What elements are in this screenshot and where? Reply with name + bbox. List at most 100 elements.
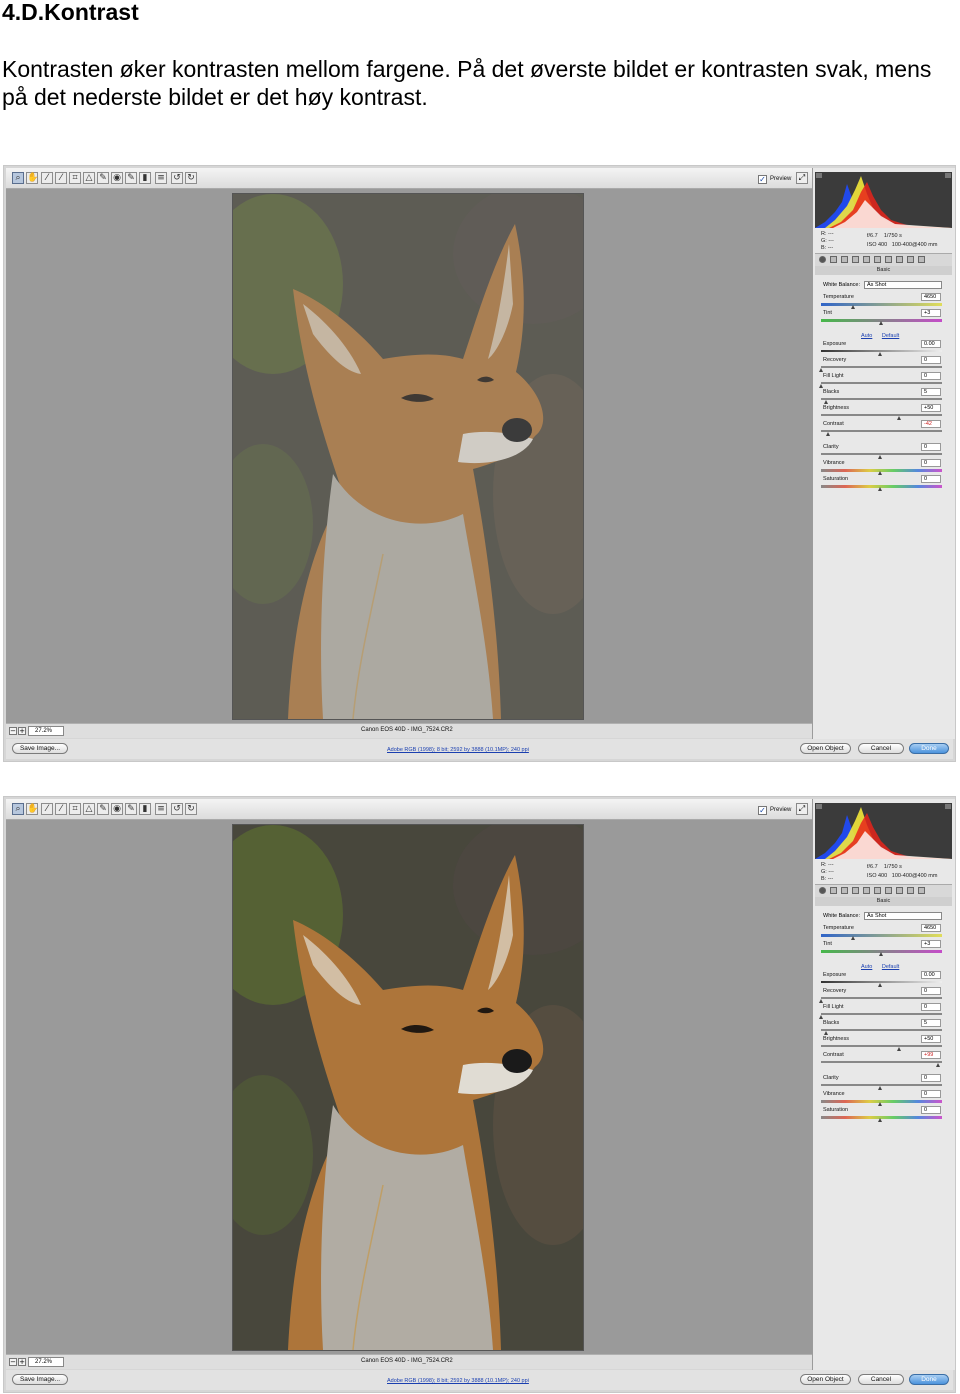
clarity-value-field[interactable]: 0 [921, 443, 941, 451]
rotate-right-icon[interactable]: ↻ [185, 803, 197, 815]
zoom-in-button[interactable]: + [18, 1358, 26, 1366]
exposure-value-field[interactable]: 0.00 [921, 340, 941, 348]
open-object-button[interactable]: Open Object [800, 743, 851, 754]
saturation-slider-thumb[interactable] [878, 487, 882, 491]
recovery-value-field[interactable]: 0 [921, 356, 941, 364]
cancel-button[interactable]: Cancel [858, 1374, 904, 1385]
temperature-value-field[interactable]: 4650 [921, 924, 941, 932]
tint-value-field[interactable]: +3 [921, 309, 941, 317]
tab-basic-icon[interactable] [819, 887, 826, 894]
hand-tool-icon[interactable]: ✋ [26, 172, 38, 184]
spot-removal-tool-icon[interactable]: ✎ [97, 172, 109, 184]
gradient-filter-icon[interactable]: ▮ [139, 172, 151, 184]
recovery-slider-track[interactable] [821, 997, 942, 999]
tab-tone-curve-icon[interactable] [830, 887, 837, 894]
temperature-slider-thumb[interactable] [850, 305, 855, 309]
brightness-value-field[interactable]: +50 [921, 1035, 941, 1043]
tab-camera-calibration-icon[interactable] [896, 256, 903, 263]
tab-snapshots-icon[interactable] [918, 887, 925, 894]
tab-effects-icon[interactable] [885, 887, 892, 894]
recovery-slider-track[interactable] [821, 366, 942, 368]
exposure-slider-thumb[interactable] [878, 983, 882, 987]
clarity-slider-thumb[interactable] [878, 455, 882, 459]
preview-toggle[interactable]: ✓ Preview [758, 804, 791, 816]
white-balance-tool-icon[interactable]: ⁄ [41, 803, 53, 815]
tab-tone-curve-icon[interactable] [830, 256, 837, 263]
exposure-value-field[interactable]: 0.00 [921, 971, 941, 979]
preview-checkbox[interactable]: ✓ [758, 174, 767, 184]
vibrance-value-field[interactable]: 0 [921, 459, 941, 467]
save-image-button[interactable]: Save Image... [12, 1374, 68, 1385]
rotate-left-icon[interactable]: ↺ [171, 172, 183, 184]
blacks-slider-track[interactable] [821, 1029, 942, 1031]
fill-light-slider-track[interactable] [821, 382, 942, 384]
recovery-slider-thumb[interactable] [818, 999, 823, 1003]
tint-value-field[interactable]: +3 [921, 940, 941, 948]
blacks-slider-track[interactable] [821, 398, 942, 400]
contrast-slider-track[interactable] [821, 1061, 942, 1063]
fullscreen-icon[interactable]: ⤢ [796, 803, 808, 815]
white-balance-select[interactable]: As Shot [864, 912, 942, 920]
tab-snapshots-icon[interactable] [918, 256, 925, 263]
tab-split-toning-icon[interactable] [863, 256, 870, 263]
workflow-options-link[interactable]: Adobe RGB (1998); 8 bit; 2592 by 3888 (1… [387, 747, 529, 753]
red-eye-tool-icon[interactable]: ◉ [111, 803, 123, 815]
saturation-slider-thumb[interactable] [878, 1118, 882, 1122]
vibrance-value-field[interactable]: 0 [921, 1090, 941, 1098]
fill-light-slider-thumb[interactable] [818, 1015, 823, 1019]
cancel-button[interactable]: Cancel [858, 743, 904, 754]
image-preview-area[interactable] [6, 820, 812, 1354]
tab-hsl-icon[interactable] [852, 256, 859, 263]
saturation-value-field[interactable]: 0 [921, 475, 941, 483]
contrast-slider-thumb[interactable] [825, 432, 830, 436]
contrast-slider-track[interactable] [821, 430, 942, 432]
temperature-slider-track[interactable] [821, 303, 942, 306]
open-object-button[interactable]: Open Object [800, 1374, 851, 1385]
exposure-slider-thumb[interactable] [878, 352, 882, 356]
zoom-out-button[interactable]: − [9, 1358, 17, 1366]
preferences-icon[interactable]: ≡ [155, 803, 167, 815]
straighten-tool-icon[interactable]: △ [83, 172, 95, 184]
fill-light-value-field[interactable]: 0 [921, 372, 941, 380]
blacks-value-field[interactable]: 5 [921, 388, 941, 396]
tab-hsl-icon[interactable] [852, 887, 859, 894]
temperature-slider-track[interactable] [821, 934, 942, 937]
auto-link[interactable]: Auto [861, 964, 872, 970]
default-link[interactable]: Default [882, 964, 899, 970]
zoom-in-button[interactable]: + [18, 727, 26, 735]
saturation-value-field[interactable]: 0 [921, 1106, 941, 1114]
temperature-slider-thumb[interactable] [850, 936, 855, 940]
white-balance-select[interactable]: As Shot [864, 281, 942, 289]
zoom-level-select[interactable]: 27.2% [28, 1357, 64, 1367]
brightness-value-field[interactable]: +50 [921, 404, 941, 412]
preview-checkbox[interactable]: ✓ [758, 805, 767, 815]
recovery-slider-thumb[interactable] [818, 368, 823, 372]
spot-removal-tool-icon[interactable]: ✎ [97, 803, 109, 815]
temperature-value-field[interactable]: 4650 [921, 293, 941, 301]
fullscreen-icon[interactable]: ⤢ [796, 172, 808, 184]
rotate-left-icon[interactable]: ↺ [171, 803, 183, 815]
preview-toggle[interactable]: ✓ Preview [758, 173, 791, 185]
workflow-options-link[interactable]: Adobe RGB (1998); 8 bit; 2592 by 3888 (1… [387, 1378, 529, 1384]
crop-tool-icon[interactable]: ⌗ [69, 803, 81, 815]
color-sampler-tool-icon[interactable]: ⁄ [55, 803, 67, 815]
vibrance-slider-thumb[interactable] [878, 1102, 882, 1106]
tab-detail-icon[interactable] [841, 887, 848, 894]
red-eye-tool-icon[interactable]: ◉ [111, 172, 123, 184]
brightness-slider-track[interactable] [821, 414, 942, 416]
brightness-slider-thumb[interactable] [897, 1047, 902, 1051]
done-button[interactable]: Done [909, 1374, 949, 1385]
adjustment-brush-icon[interactable]: ✎ [125, 172, 137, 184]
brightness-slider-thumb[interactable] [897, 416, 902, 420]
brightness-slider-track[interactable] [821, 1045, 942, 1047]
tab-lens-icon[interactable] [874, 256, 881, 263]
tab-detail-icon[interactable] [841, 256, 848, 263]
contrast-value-field[interactable]: +99 [921, 1051, 941, 1059]
tab-split-toning-icon[interactable] [863, 887, 870, 894]
done-button[interactable]: Done [909, 743, 949, 754]
clarity-slider-thumb[interactable] [878, 1086, 882, 1090]
tab-presets-icon[interactable] [907, 256, 914, 263]
zoom-tool-icon[interactable]: ⌕ [12, 803, 24, 815]
default-link[interactable]: Default [882, 333, 899, 339]
recovery-value-field[interactable]: 0 [921, 987, 941, 995]
